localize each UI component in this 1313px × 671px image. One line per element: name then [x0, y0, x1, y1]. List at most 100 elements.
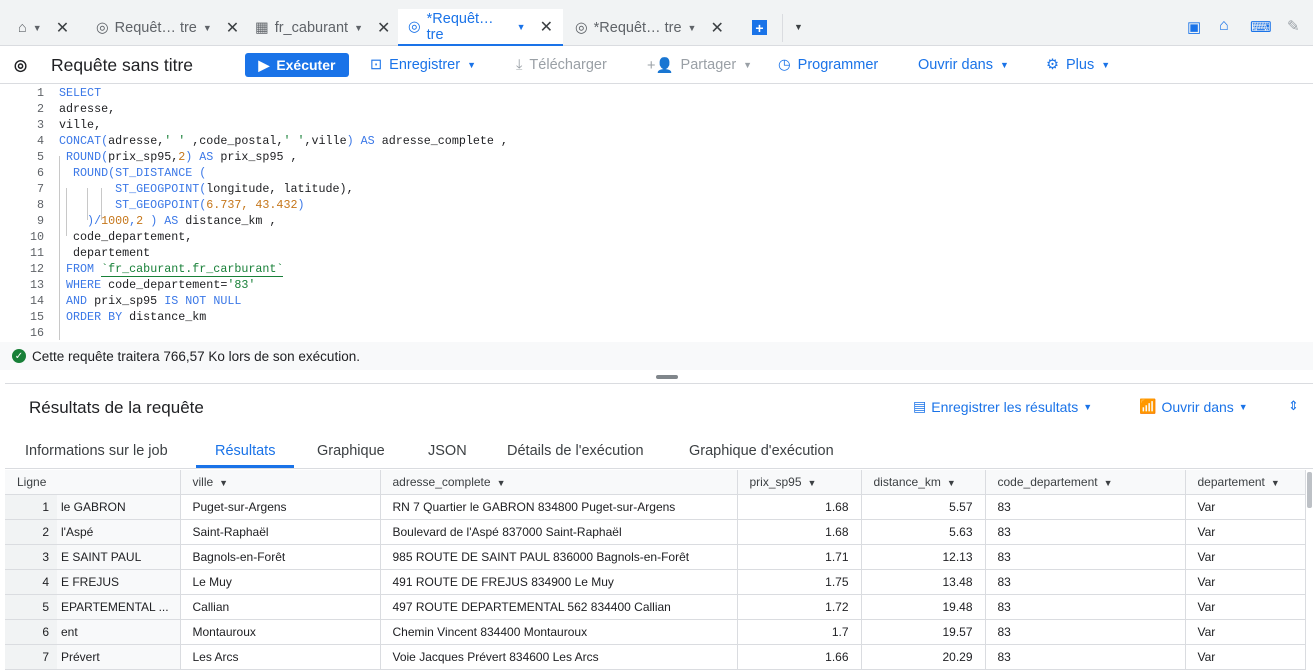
tab-dataset[interactable]: ▦ fr_caburant ▼ ✕ [245, 9, 400, 46]
column-header[interactable]: prix_sp95 ▼ [737, 470, 862, 495]
code-token: prix_sp95 [94, 294, 165, 308]
save-results-button[interactable]: ▤ Enregistrer les résultats ▼ [913, 398, 1092, 415]
sort-menu-icon[interactable]: ▼ [1104, 478, 1113, 488]
chevron-down-icon[interactable]: ▼ [517, 22, 526, 32]
add-person-icon: +👤 [647, 57, 674, 74]
row-number-cell: 6 ent [5, 619, 181, 645]
table-cell: Voie Jacques Prévert 834600 Les Arcs [380, 644, 738, 670]
tab-json[interactable]: JSON [428, 433, 467, 468]
tab-results[interactable]: Résultats [196, 433, 295, 468]
divider [5, 383, 1313, 384]
resize-handle[interactable] [656, 375, 678, 379]
home-icon[interactable]: ⌂ [1219, 17, 1229, 35]
close-icon[interactable]: ✕ [56, 18, 69, 38]
code-line: ORDER BY distance_km [59, 309, 206, 325]
code-token: ST_GEOGPOINT( [59, 198, 207, 212]
code-token: departement [59, 246, 151, 260]
tabs-menu-button[interactable]: ▼ [794, 22, 803, 32]
line-number: 8 [36, 198, 44, 212]
row-number-cell: 2 l'Aspé [5, 519, 181, 545]
sort-menu-icon[interactable]: ▼ [808, 478, 817, 488]
tab-query-1[interactable]: ◎ Requêt… tre ▼ ✕ [86, 9, 249, 46]
line-number: 11 [29, 246, 44, 260]
column-header[interactable]: distance_km ▼ [861, 470, 986, 495]
line-number: 2 [36, 102, 44, 116]
query-icon: ◎ [408, 18, 421, 35]
sort-menu-icon[interactable]: ▼ [1271, 478, 1280, 488]
table-cell: Callian [180, 594, 381, 620]
table-cell: 985 ROUTE DE SAINT PAUL 836000 Bagnols-e… [380, 544, 738, 570]
scrollbar[interactable] [1307, 472, 1312, 508]
close-icon[interactable]: ✕ [540, 17, 553, 37]
tab-query-3[interactable]: ◎ *Requêt… tre ▼ ✕ [565, 9, 734, 46]
keyboard-icon[interactable]: ⌨ [1250, 18, 1272, 36]
code-line: ST_GEOGPOINT(6.737, 43.432) [59, 197, 304, 213]
open-in-button[interactable]: Ouvrir dans ▼ [918, 46, 1009, 84]
line-number: 12 [29, 262, 44, 276]
close-icon[interactable]: ✕ [377, 18, 390, 38]
code-token: `fr_caburant.fr_carburant` [101, 262, 284, 277]
schedule-folder-icon[interactable]: ▣ [1187, 18, 1201, 36]
table-cell: 491 ROUTE DE FREJUS 834900 Le Muy [380, 569, 738, 595]
chevron-down-icon[interactable]: ▼ [354, 23, 363, 33]
row-number-cell: 4 E FREJUS [5, 569, 181, 595]
code-token: longitude, latitude), [206, 182, 354, 196]
table-row: 7 Prévert Les Arcs Voie Jacques Prévert 834… [5, 644, 1306, 670]
sort-menu-icon[interactable]: ▼ [497, 478, 506, 488]
edit-icon[interactable]: ✎ [1287, 17, 1300, 35]
tab-execution-graph[interactable]: Graphique d'exécution [689, 433, 834, 468]
schedule-button[interactable]: ◷ Programmer [778, 46, 878, 84]
tab-query-active[interactable]: ◎ *Requêt… tre ▼ ✕ [398, 9, 563, 46]
code-token: code_departement= [108, 278, 228, 292]
results-open-in-button[interactable]: 📶 Ouvrir dans ▼ [1139, 398, 1248, 415]
table-row: 1 le GABRON Puget-sur-Argens RN 7 Quartier … [5, 494, 1306, 520]
tab-chart[interactable]: Graphique [317, 433, 385, 468]
chevron-down-icon[interactable]: ▼ [203, 23, 212, 33]
chevron-down-icon[interactable]: ▼ [33, 23, 42, 33]
column-header[interactable]: adresse_complete ▼ [380, 470, 738, 495]
page-title: Requête sans titre [51, 55, 194, 75]
tab-execution-details[interactable]: Détails de l'exécution [507, 433, 644, 468]
table-cell: 83 [985, 519, 1186, 545]
table-cell: Montauroux [180, 619, 381, 645]
close-icon[interactable]: ✕ [226, 18, 239, 38]
column-header[interactable]: departement ▼ [1185, 470, 1306, 495]
adresse-cell: E FREJUS [61, 574, 120, 589]
query-toolbar: ◎ Requête sans titre ▶ Exécuter ⊡ Enregist… [0, 46, 1313, 84]
code-token: SELECT [59, 86, 102, 100]
row-number: 1 [5, 494, 57, 518]
more-button[interactable]: ⚙ Plus ▼ [1046, 46, 1110, 84]
row-number: 5 [5, 594, 57, 618]
new-tab-button[interactable]: + [752, 20, 767, 36]
run-button[interactable]: ▶ Exécuter [245, 53, 349, 77]
table-cell: Saint-Raphaël [180, 519, 381, 545]
tab-job-info[interactable]: Informations sur le job [25, 433, 168, 468]
column-header[interactable]: code_departement ▼ [985, 470, 1186, 495]
save-button[interactable]: ⊡ Enregistrer ▼ [370, 46, 476, 84]
table-cell: 83 [985, 594, 1186, 620]
sort-menu-icon[interactable]: ▼ [947, 478, 956, 488]
expand-collapse-icon[interactable]: ⇕ [1288, 398, 1299, 414]
adresse-cell: Prévert [61, 649, 100, 664]
column-header[interactable]: ville ▼ [180, 470, 381, 495]
table-cell: 1.68 [737, 519, 862, 545]
chevron-down-icon[interactable]: ▼ [688, 23, 697, 33]
code-token: ville, [59, 118, 102, 132]
column-header[interactable]: Ligne [5, 470, 181, 495]
table-cell: 1.71 [737, 544, 862, 570]
close-icon[interactable]: ✕ [710, 18, 723, 38]
sql-editor[interactable]: 1 SELECT 2 adresse, 3 ville, 4 CONCAT(adresse,'… [0, 84, 1305, 342]
row-number: 2 [5, 519, 57, 543]
sort-menu-icon[interactable]: ▼ [219, 478, 228, 488]
code-token: distance_km , [185, 214, 277, 228]
share-button[interactable]: +👤 Partager ▼ [647, 46, 752, 84]
chevron-down-icon: ▼ [743, 60, 753, 70]
tab-home[interactable]: ⌂ ▼ ✕ [8, 9, 79, 46]
download-button[interactable]: ⤓ Télécharger [516, 46, 607, 84]
row-number-cell: 1 le GABRON [5, 494, 181, 520]
table-cell: 19.48 [861, 594, 986, 620]
results-title: Résultats de la requête [29, 398, 204, 417]
chevron-down-icon: ▼ [1238, 401, 1248, 412]
code-token: ) AS [185, 150, 221, 164]
query-icon: ◎ [575, 19, 588, 36]
